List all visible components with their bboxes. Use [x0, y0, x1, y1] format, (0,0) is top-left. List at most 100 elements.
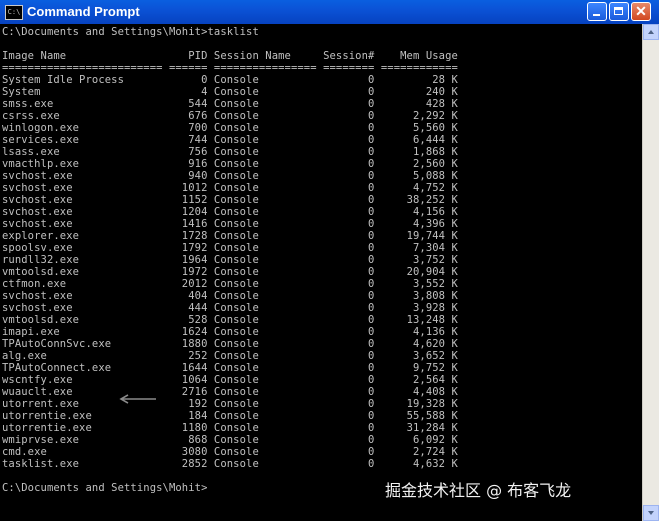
session-name-cell: Console [213, 98, 324, 110]
scroll-down-button[interactable] [643, 505, 659, 521]
mem-usage-cell: 3,752 K [380, 254, 458, 266]
session-number-cell: 0 [323, 338, 375, 350]
session-number-cell: 0 [323, 86, 375, 98]
scroll-up-button[interactable] [643, 24, 659, 40]
pid-cell: 940 [162, 170, 208, 182]
session-number-cell: 0 [323, 374, 375, 386]
session-number-cell: 0 [323, 74, 375, 86]
image-name-cell: System [2, 86, 163, 98]
session-number-cell: 0 [323, 386, 375, 398]
table-row: vmacthlp.exe 916 Console 0 2,560 K [2, 158, 458, 170]
mem-usage-cell: 19,744 K [380, 230, 458, 242]
mem-usage-cell: 5,560 K [380, 122, 458, 134]
console-text: C:\Documents and Settings\Mohit>tasklist… [2, 26, 458, 494]
left-arrow-icon [119, 394, 156, 404]
pid-cell: 544 [162, 98, 208, 110]
scroll-down-icon [648, 511, 654, 515]
session-name-cell: Console [213, 170, 324, 182]
mem-usage-cell: 19,328 K [380, 398, 458, 410]
image-name-cell: svchost.exe [2, 206, 163, 218]
pid-cell: 2012 [162, 278, 208, 290]
session-number-cell: 0 [323, 350, 375, 362]
pid-cell: 184 [162, 410, 208, 422]
table-row: svchost.exe 1152 Console 0 38,252 K [2, 194, 458, 206]
session-number-cell: 0 [323, 146, 375, 158]
session-name-cell: Console [213, 206, 324, 218]
mem-usage-cell: 28 K [380, 74, 458, 86]
session-name-cell: Console [213, 218, 324, 230]
pid-cell: 700 [162, 122, 208, 134]
cmd-icon[interactable]: C:\ [5, 5, 23, 20]
command-line: C:\Documents and Settings\Mohit>tasklist [2, 26, 259, 38]
table-row: wuauclt.exe 2716 Console 0 4,408 K [2, 386, 458, 398]
session-name-cell: Console [213, 362, 324, 374]
session-number-cell: 0 [323, 302, 375, 314]
table-row: wmiprvse.exe 868 Console 0 6,092 K [2, 434, 458, 446]
table-row: System Idle Process 0 Console 0 28 K [2, 74, 458, 86]
vertical-scrollbar[interactable] [642, 24, 659, 521]
session-name-cell: Console [213, 326, 324, 338]
pid-cell: 0 [162, 74, 208, 86]
pid-cell: 1880 [162, 338, 208, 350]
session-number-cell: 0 [323, 314, 375, 326]
minimize-button[interactable] [587, 2, 607, 21]
image-name-cell: lsass.exe [2, 146, 163, 158]
image-name-cell: svchost.exe [2, 182, 163, 194]
pid-cell: 3080 [162, 446, 208, 458]
table-row: lsass.exe 756 Console 0 1,868 K [2, 146, 458, 158]
pid-cell: 1644 [162, 362, 208, 374]
session-number-cell: 0 [323, 290, 375, 302]
maximize-button[interactable] [609, 2, 629, 21]
mem-usage-cell: 31,284 K [380, 422, 458, 434]
mem-usage-cell: 3,928 K [380, 302, 458, 314]
image-name-cell: spoolsv.exe [2, 242, 163, 254]
command-prompt-window: C:\ Command Prompt ✕ C:\Documents and Se… [0, 0, 659, 521]
table-row: spoolsv.exe 1792 Console 0 7,304 K [2, 242, 458, 254]
session-name-cell: Console [213, 278, 324, 290]
image-name-cell: cmd.exe [2, 446, 163, 458]
pid-cell: 1792 [162, 242, 208, 254]
session-name-cell: Console [213, 410, 324, 422]
image-name-cell: svchost.exe [2, 290, 163, 302]
pid-cell: 676 [162, 110, 208, 122]
mem-usage-cell: 1,868 K [380, 146, 458, 158]
table-row: vmtoolsd.exe 1972 Console 0 20,904 K [2, 266, 458, 278]
mem-usage-cell: 2,564 K [380, 374, 458, 386]
session-name-cell: Console [213, 134, 324, 146]
table-row: utorrent.exe 192 Console 0 19,328 K [2, 398, 458, 410]
mem-usage-cell: 38,252 K [380, 194, 458, 206]
session-number-cell: 0 [323, 122, 375, 134]
table-row: utorrentie.exe 184 Console 0 55,588 K [2, 410, 458, 422]
session-number-cell: 0 [323, 410, 375, 422]
session-name-cell: Console [213, 290, 324, 302]
session-name-cell: Console [213, 74, 324, 86]
table-row: explorer.exe 1728 Console 0 19,744 K [2, 230, 458, 242]
image-name-cell: TPAutoConnect.exe [2, 362, 163, 374]
session-number-cell: 0 [323, 194, 375, 206]
image-name-cell: tasklist.exe [2, 458, 163, 470]
console-output[interactable]: C:\Documents and Settings\Mohit>tasklist… [0, 24, 642, 521]
session-name-cell: Console [213, 230, 324, 242]
session-number-cell: 0 [323, 206, 375, 218]
image-name-cell: svchost.exe [2, 170, 163, 182]
image-name-cell: explorer.exe [2, 230, 163, 242]
title-bar[interactable]: C:\ Command Prompt ✕ [0, 0, 659, 24]
session-name-cell: Console [213, 302, 324, 314]
session-name-cell: Console [213, 386, 324, 398]
pid-cell: 1204 [162, 206, 208, 218]
session-name-cell: Console [213, 338, 324, 350]
session-name-cell: Console [213, 194, 324, 206]
mem-usage-cell: 9,752 K [380, 362, 458, 374]
session-number-cell: 0 [323, 158, 375, 170]
image-name-cell: csrss.exe [2, 110, 163, 122]
session-number-cell: 0 [323, 182, 375, 194]
mem-usage-cell: 4,632 K [380, 458, 458, 470]
mem-usage-cell: 4,396 K [380, 218, 458, 230]
pid-cell: 1064 [162, 374, 208, 386]
close-button[interactable]: ✕ [631, 2, 651, 21]
window-title: Command Prompt [27, 4, 140, 19]
image-name-cell: winlogon.exe [2, 122, 163, 134]
mem-usage-cell: 3,552 K [380, 278, 458, 290]
table-row: svchost.exe 1204 Console 0 4,156 K [2, 206, 458, 218]
